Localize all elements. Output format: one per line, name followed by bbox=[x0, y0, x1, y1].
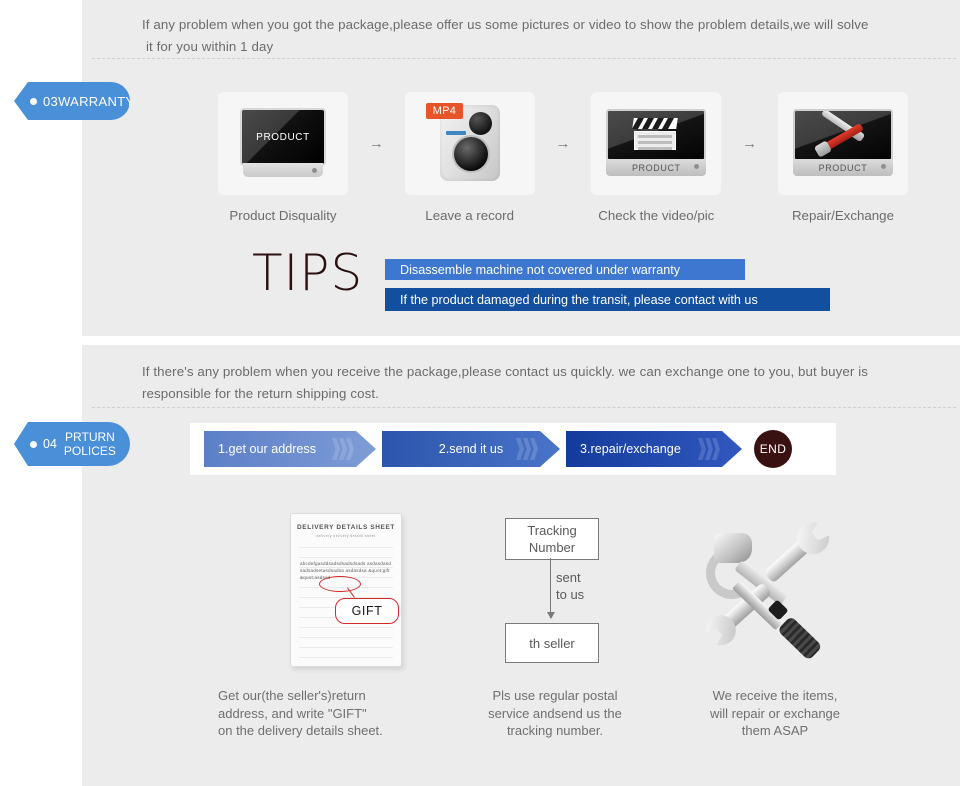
tools-caption-line1: We receive the items, bbox=[712, 688, 838, 703]
tracking-arrow-label-line2: to us bbox=[556, 587, 585, 602]
clapperboard-icon bbox=[632, 118, 679, 152]
tracking-arrow-label: sent to us bbox=[556, 569, 584, 603]
camcorder-large-lens-icon bbox=[453, 137, 488, 171]
warranty-intro-line2: it for you within 1 day bbox=[146, 39, 274, 54]
delivery-caption-line3: on the delivery details sheet. bbox=[218, 723, 383, 738]
return-step-3-label: 3.repair/exchange bbox=[580, 442, 681, 456]
tracking-number-box: Tracking Number bbox=[505, 518, 599, 560]
return-step-1-label: 1.get our address bbox=[218, 442, 317, 456]
repair-screen bbox=[792, 109, 893, 161]
warranty-step-1: PRODUCT Product Disquality bbox=[218, 91, 348, 223]
tools-caption: We receive the items, will repair or exc… bbox=[660, 687, 890, 740]
delivery-sheet-caption: Get our(the seller's)return address, and… bbox=[218, 687, 448, 740]
tools-caption-line3: them ASAP bbox=[741, 723, 809, 738]
flow-arrow-icon-2: → bbox=[555, 134, 571, 152]
return-step-3[interactable]: 3.repair/exchange bbox=[566, 431, 742, 467]
repair-monitor-led-icon bbox=[880, 164, 886, 169]
tools-monitor-icon: PRODUCT bbox=[777, 91, 908, 195]
badge-warranty-label: WARRANTY bbox=[58, 93, 135, 109]
sidebar-badge-return-polices[interactable]: 04 PRTURN POLICES bbox=[14, 422, 130, 466]
monitor-screen-label: PRODUCT bbox=[240, 108, 326, 166]
return-step-1[interactable]: 1.get our address bbox=[204, 431, 376, 467]
badge-return-label-line2: POLICES bbox=[63, 444, 116, 458]
wrench-top-icon bbox=[763, 529, 821, 584]
warranty-step-3: PRODUCT Check the video/pic bbox=[591, 91, 722, 223]
tips-bar-1: Disassemble machine not covered under wa… bbox=[385, 259, 745, 280]
tracking-caption-line2: service andsend us the bbox=[488, 705, 622, 721]
video-monitor-label: PRODUCT bbox=[606, 159, 707, 176]
return-intro-line2: responsible for the return shipping cost… bbox=[142, 386, 379, 401]
tracking-caption-line1: Pls use regular postal bbox=[492, 688, 618, 703]
monitor-led-icon bbox=[312, 168, 317, 173]
hammer-wrench-screwdriver-icon bbox=[692, 515, 842, 661]
chevron-right-icon bbox=[698, 438, 720, 460]
clapperboard-top bbox=[632, 118, 679, 129]
camcorder-strip bbox=[445, 131, 466, 135]
warranty-dashed-divider bbox=[92, 58, 956, 59]
warranty-section-panel: If any problem when you got the package,… bbox=[82, 0, 960, 336]
sidebar-badge-warranty[interactable]: 03 WARRANTY bbox=[14, 82, 130, 120]
delivery-sheet-title: DELIVERY DETAILS SHEET bbox=[297, 524, 395, 531]
page-root: If any problem when you got the package,… bbox=[0, 0, 960, 786]
warranty-intro-text: If any problem when you got the package,… bbox=[142, 14, 920, 58]
tools-caption-line2: will repair or exchange bbox=[709, 705, 841, 721]
delivery-sheet-subtitle: delivery delivery details sheet bbox=[316, 534, 376, 538]
badge-return-label: PRTURN POLICES bbox=[64, 430, 116, 458]
delivery-caption-line1: Get our(the seller's)return bbox=[218, 688, 366, 703]
mp4-tag: MP4 bbox=[425, 103, 464, 119]
bullet-dot-icon bbox=[30, 97, 37, 105]
tracking-caption: Pls use regular postal service andsend u… bbox=[460, 687, 650, 740]
warranty-step-4: PRODUCT Repair/Exchange bbox=[777, 91, 908, 223]
return-steps-card: 1.get our address 2.send it us 3.repair/… bbox=[190, 423, 836, 475]
return-step-2-label: 2.send it us bbox=[438, 442, 504, 456]
monitor-icon: PRODUCT bbox=[218, 91, 348, 195]
warranty-step-1-label: Product Disquality bbox=[229, 207, 337, 223]
delivery-caption-line2: address, and write "GIFT" bbox=[218, 705, 367, 721]
warranty-step-3-label: Check the video/pic bbox=[598, 207, 715, 223]
bullet-dot-icon bbox=[30, 440, 37, 448]
tips-bar-2: If the product damaged during the transi… bbox=[385, 288, 830, 311]
return-intro-text: If there's any problem when you receive … bbox=[142, 361, 920, 405]
flow-arrow-icon-1: → bbox=[368, 134, 384, 152]
clapperboard-monitor-icon: PRODUCT bbox=[591, 91, 722, 195]
delivery-sheet-icon: DELIVERY DETAILS SHEET delivery delivery… bbox=[290, 513, 402, 667]
warranty-step-4-label: Repair/Exchange bbox=[791, 207, 894, 223]
return-bottom-row: DELIVERY DETAILS SHEET delivery delivery… bbox=[130, 505, 930, 745]
badge-return-label-line1: PRTURN bbox=[65, 430, 115, 444]
tracking-arrow-label-line1: sent bbox=[556, 570, 581, 585]
chevron-right-icon bbox=[332, 438, 354, 460]
video-screen bbox=[606, 109, 707, 161]
return-intro-line1: If there's any problem when you receive … bbox=[142, 364, 868, 379]
tips-title: TIPS bbox=[252, 244, 364, 302]
screwdriver-wrench-icon bbox=[815, 111, 871, 155]
return-dashed-divider bbox=[92, 407, 956, 408]
chevron-right-icon bbox=[516, 438, 538, 460]
camcorder-small-lens-icon bbox=[468, 112, 492, 135]
warranty-step-2: MP4 Leave a record bbox=[404, 91, 535, 223]
end-badge: END bbox=[754, 430, 792, 468]
return-steps-row: 1.get our address 2.send it us 3.repair/… bbox=[204, 430, 792, 468]
flow-arrow-icon-3: → bbox=[742, 134, 758, 152]
warranty-flow: PRODUCT Product Disquality → MP4 Leave a… bbox=[218, 88, 908, 223]
tracking-caption-line3: tracking number. bbox=[506, 723, 604, 738]
monitor-base bbox=[243, 163, 323, 177]
badge-warranty-number: 03 bbox=[43, 93, 59, 109]
return-step-2[interactable]: 2.send it us bbox=[382, 431, 560, 467]
warranty-intro-line1: If any problem when you got the package,… bbox=[142, 17, 869, 32]
badge-return-number: 04 bbox=[43, 437, 57, 451]
hammer-head-icon bbox=[714, 533, 752, 563]
warranty-step-2-label: Leave a record bbox=[425, 207, 514, 223]
clapperboard-body bbox=[634, 131, 677, 150]
seller-box: th seller bbox=[505, 623, 599, 663]
screwdriver-grip-icon bbox=[777, 615, 823, 661]
repair-monitor-label: PRODUCT bbox=[792, 159, 893, 176]
gift-callout: GIFT bbox=[335, 598, 399, 624]
camcorder-icon: MP4 bbox=[404, 91, 535, 195]
down-arrow-icon bbox=[546, 558, 555, 619]
